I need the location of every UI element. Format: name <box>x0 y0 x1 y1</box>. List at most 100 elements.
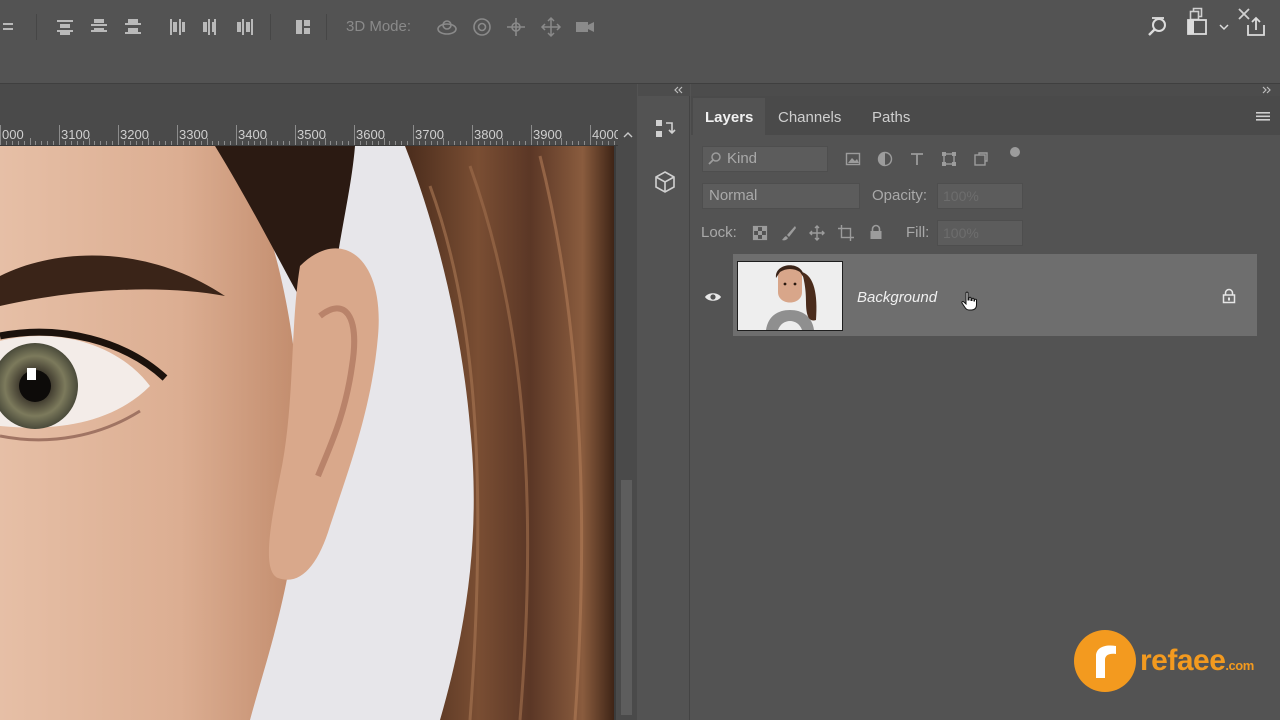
align-partial-button[interactable] <box>0 14 26 40</box>
search-icon <box>1148 18 1166 36</box>
layer-visibility-toggle[interactable] <box>701 285 725 309</box>
ruler-minor-tick <box>41 141 43 145</box>
workspace-button[interactable] <box>1184 14 1210 40</box>
document-tab-strip <box>0 84 637 124</box>
3d-roll-button[interactable] <box>469 14 495 40</box>
layer-lock-indicator <box>1221 288 1237 304</box>
layer-thumbnail[interactable] <box>737 261 843 331</box>
lock-pixels-button[interactable] <box>781 225 797 241</box>
ruler-minor-tick <box>454 141 456 145</box>
filter-type-button[interactable] <box>909 151 925 167</box>
ruler-minor-tick <box>241 141 243 145</box>
workspace-dropdown[interactable] <box>1214 14 1234 40</box>
ruler-minor-tick <box>548 141 550 145</box>
distribute-icon <box>3 23 13 30</box>
tab-layers[interactable]: Layers <box>705 96 753 135</box>
ruler-scroll-up[interactable] <box>618 124 637 146</box>
distribute-bottom-button[interactable] <box>120 14 146 40</box>
ruler-minor-tick <box>477 141 479 145</box>
filter-toggle[interactable] <box>1009 146 1021 158</box>
ruler-minor-tick <box>613 141 615 145</box>
ruler-label: 000 <box>2 127 24 142</box>
3d-mode-label: 3D Mode: <box>346 18 412 35</box>
portrait-thumbnail <box>738 262 842 330</box>
3d-pan-button[interactable] <box>503 14 529 40</box>
tab-paths[interactable]: Paths <box>872 96 910 135</box>
layer-name[interactable]: Background <box>857 289 937 306</box>
distribute-right-button[interactable] <box>232 14 258 40</box>
adjustment-circle-icon <box>877 151 893 167</box>
ruler-minor-tick <box>407 141 409 145</box>
text-type-icon <box>911 153 923 165</box>
ruler-minor-tick <box>578 141 580 145</box>
artboard-icon <box>838 225 854 241</box>
filter-pixel-button[interactable] <box>845 151 861 167</box>
vertical-scroll-thumb[interactable] <box>621 480 632 715</box>
ruler-minor-tick <box>513 141 515 145</box>
ruler-minor-tick <box>300 141 302 145</box>
fill-label: Fill: <box>906 224 930 241</box>
ruler-minor-tick <box>318 141 320 145</box>
lock-position-button[interactable] <box>809 225 825 241</box>
history-icon <box>656 120 676 137</box>
ruler-label: 3400 <box>238 127 267 142</box>
ruler-minor-tick <box>324 138 326 145</box>
hand-cursor-icon <box>961 291 977 311</box>
distribute-top-button[interactable] <box>52 14 78 40</box>
double-chevron-left-icon <box>674 86 683 94</box>
search-button[interactable] <box>1144 14 1170 40</box>
panel-menu-button[interactable] <box>1256 110 1270 122</box>
ruler-minor-tick <box>607 141 609 145</box>
blend-mode-value: Normal <box>709 187 758 204</box>
ruler-minor-tick <box>525 141 527 145</box>
auto-align-button[interactable] <box>290 14 316 40</box>
move-icon <box>809 225 825 241</box>
3d-panel-button[interactable] <box>652 169 678 195</box>
ruler-minor-tick <box>401 141 403 145</box>
filter-smart-object-button[interactable] <box>973 151 989 167</box>
lock-transparent-button[interactable] <box>752 225 768 241</box>
ruler-minor-tick <box>106 141 108 145</box>
distribute-hcenter-button[interactable] <box>198 14 224 40</box>
ruler-minor-tick <box>35 141 37 145</box>
horizontal-ruler[interactable]: 000 3100 3200 3300 3400 3500 3600 3700 3800 3900 4… <box>0 124 620 146</box>
distribute-vcenter-button[interactable] <box>86 14 112 40</box>
filter-shape-button[interactable] <box>941 151 957 167</box>
ruler-minor-tick <box>253 141 255 145</box>
collapse-strip[interactable] <box>638 84 690 96</box>
history-panel-button[interactable] <box>652 116 678 142</box>
filter-kind-label: Kind <box>727 150 758 167</box>
lock-artboard-button[interactable] <box>838 225 854 241</box>
3d-camera-icon <box>576 22 594 32</box>
opacity-label: Opacity: <box>872 187 928 204</box>
ruler-minor-tick <box>53 141 55 145</box>
distribute-top-icon <box>57 20 73 35</box>
ruler-minor-tick <box>442 138 444 145</box>
distribute-left-icon <box>170 19 185 35</box>
3d-scale-button[interactable] <box>572 14 598 40</box>
ruler-minor-tick <box>218 141 220 145</box>
3d-slide-button[interactable] <box>538 14 564 40</box>
distribute-left-button[interactable] <box>164 14 190 40</box>
document-canvas[interactable] <box>0 146 614 720</box>
ruler-minor-tick <box>88 138 90 145</box>
ruler-minor-tick <box>395 141 397 145</box>
options-bar <box>0 32 1280 84</box>
ruler-major-tick <box>413 125 414 145</box>
ruler-minor-tick <box>5 141 7 145</box>
ruler-minor-tick <box>141 141 143 145</box>
refaee-logo-icon <box>1096 645 1116 678</box>
ruler-minor-tick <box>153 141 155 145</box>
toolbar-separator <box>326 14 327 40</box>
filter-adjustment-button[interactable] <box>877 151 893 167</box>
lock-all-button[interactable] <box>868 224 884 241</box>
share-button[interactable] <box>1243 14 1269 40</box>
ruler-major-tick <box>0 125 1 145</box>
brush-icon <box>782 226 796 241</box>
workspace-icon <box>1187 19 1207 35</box>
ruler-minor-tick <box>159 141 161 145</box>
3d-orbit-button[interactable] <box>434 14 460 40</box>
tab-channels[interactable]: Channels <box>778 96 841 135</box>
distribute-bottom-icon <box>125 19 141 34</box>
ruler-minor-tick <box>82 141 84 145</box>
